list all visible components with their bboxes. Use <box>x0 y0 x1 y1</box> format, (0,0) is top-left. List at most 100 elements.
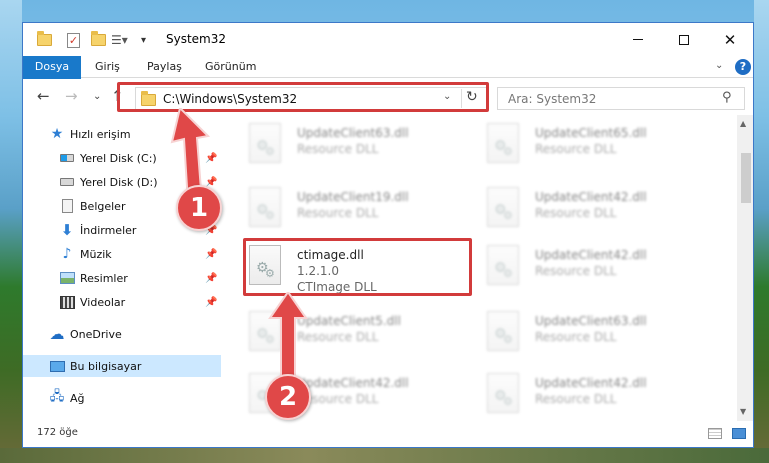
ribbon: Dosya Giriş Paylaş Görünüm ⌄ ? <box>23 56 753 102</box>
list-item[interactable]: ⚙⚙ UpdateClient42.dll Resource DLL <box>487 373 712 419</box>
file-description: Resource DLL <box>535 264 617 278</box>
sidebar-item-label: Yerel Disk (C:) <box>80 151 157 165</box>
list-item[interactable]: ⚙ ⚙ UpdateClient19.dll Resource DLL <box>249 187 474 233</box>
pin-icon[interactable]: 📌 <box>205 297 217 308</box>
sidebar-item-music[interactable]: ♪ Müzik 📌 <box>23 243 221 265</box>
sidebar-item-label: Videolar <box>80 295 126 309</box>
sidebar-item-videos[interactable]: Videolar 📌 <box>23 291 221 313</box>
list-item[interactable]: ⚙⚙ UpdateClient42.dll Resource DLL <box>487 245 712 291</box>
file-name: UpdateClient63.dll <box>297 126 409 140</box>
sidebar-item-label: Ağ <box>70 391 85 405</box>
file-name: UpdateClient65.dll <box>535 126 647 140</box>
folder-icon <box>37 31 52 48</box>
close-button[interactable]: ✕ <box>707 23 753 56</box>
desktop-background-right <box>754 0 769 463</box>
pictures-icon <box>59 271 75 285</box>
sidebar-item-label: OneDrive <box>70 327 122 341</box>
star-icon: ★ <box>50 126 64 142</box>
file-name: UpdateClient19.dll <box>297 190 409 204</box>
navigation-bar: ← → ⌄ ↑ C:\Windows\System32 ⌄ ↻ Ara: Sys… <box>23 79 753 115</box>
file-name: UpdateClient42.dll <box>535 248 647 262</box>
close-icon: ✕ <box>723 30 737 49</box>
pin-icon[interactable]: 📌 <box>205 249 217 260</box>
sidebar-item-label: Hızlı erişim <box>70 127 131 141</box>
dll-file-icon: ⚙⚙ <box>249 123 281 163</box>
file-name: UpdateClient42.dll <box>535 190 647 204</box>
dll-file-icon: ⚙⚙ <box>487 245 519 285</box>
sidebar-item-this-pc[interactable]: Bu bilgisayar <box>23 355 221 377</box>
scrollbar-thumb[interactable] <box>741 153 751 203</box>
tab-home[interactable]: Giriş <box>95 56 120 78</box>
dll-file-icon: ⚙⚙ <box>487 373 519 413</box>
tab-view[interactable]: Görünüm <box>205 56 256 78</box>
file-description: Resource DLL <box>297 330 379 344</box>
list-item[interactable]: ⚙ ⚙ UpdateClient63.dll Resource DLL <box>249 123 474 169</box>
file-description: Resource DLL <box>297 206 379 220</box>
music-icon: ♪ <box>62 246 72 262</box>
file-description: Resource DLL <box>297 142 379 156</box>
sidebar-item-label: Yerel Disk (D:) <box>80 175 158 189</box>
dll-file-icon: ⚙⚙ <box>487 187 519 227</box>
arrow-2-icon <box>268 292 308 381</box>
quick-access-dropdown-icon[interactable]: ▾ <box>141 32 146 48</box>
download-icon: ⬇ <box>60 221 74 239</box>
sidebar-item-pictures[interactable]: Resimler 📌 <box>23 267 221 289</box>
tab-share[interactable]: Paylaş <box>147 56 182 78</box>
list-item[interactable]: ⚙ ⚙ UpdateClient63.dll Resource DLL <box>487 311 712 357</box>
details-view-icon[interactable] <box>708 428 722 439</box>
dll-file-icon: ⚙⚙ <box>487 123 519 163</box>
properties-icon[interactable]: ✓ <box>67 32 80 48</box>
search-placeholder: Ara: System32 <box>508 92 597 106</box>
sidebar-item-label: Resimler <box>80 271 128 285</box>
chevron-down-icon[interactable]: ⌄ <box>715 60 723 71</box>
forward-arrow-icon[interactable]: → <box>65 87 78 105</box>
sidebar-item-label: İndirmeler <box>80 223 137 237</box>
computer-icon <box>49 359 65 373</box>
file-highlight-box <box>243 238 472 296</box>
drive-icon <box>59 175 75 189</box>
pin-icon[interactable]: 📌 <box>205 273 217 284</box>
scroll-up-icon[interactable]: ▲ <box>740 119 746 128</box>
vertical-scrollbar[interactable]: ▲ ▼ <box>737 115 753 421</box>
minimize-button[interactable] <box>615 23 661 56</box>
title-bar: ✓ ☰▾ ▾ System32 ✕ <box>23 23 753 56</box>
search-input[interactable]: Ara: System32 ⚲ <box>497 87 745 110</box>
item-count: 172 öğe <box>37 427 78 438</box>
minimize-icon <box>633 39 643 40</box>
customize-toolbar-icon[interactable]: ☰▾ <box>111 32 128 48</box>
new-folder-icon[interactable] <box>91 31 106 48</box>
scroll-down-icon[interactable]: ▼ <box>740 407 746 416</box>
dll-file-icon: ⚙⚙ <box>487 311 519 351</box>
file-name: UpdateClient5.dll <box>297 314 401 328</box>
cloud-icon: ☁ <box>49 325 65 343</box>
file-name: UpdateClient42.dll <box>535 376 647 390</box>
sidebar-item-onedrive[interactable]: ☁ OneDrive <box>23 323 221 345</box>
list-item[interactable]: ⚙ ⚙ UpdateClient65.dll Resource DLL <box>487 123 712 169</box>
file-description: Resource DLL <box>535 206 617 220</box>
desktop-background-left <box>0 0 22 463</box>
sidebar-item-label: Bu bilgisayar <box>70 359 142 373</box>
back-arrow-icon[interactable]: ← <box>37 87 50 105</box>
maximize-button[interactable] <box>661 23 707 56</box>
status-bar: 172 öğe <box>23 421 753 447</box>
file-name: UpdateClient63.dll <box>535 314 647 328</box>
help-icon[interactable]: ? <box>735 59 751 75</box>
window-title: System32 <box>166 32 227 46</box>
callout-1: 1 <box>176 185 222 231</box>
sidebar-item-label: Belgeler <box>80 199 126 213</box>
file-description: Resource DLL <box>535 142 617 156</box>
network-icon: 🖧 <box>49 389 65 404</box>
recent-locations-icon[interactable]: ⌄ <box>93 91 101 102</box>
file-name: UpdateClient42.dll <box>297 376 409 390</box>
dll-file-icon: ⚙⚙ <box>249 187 281 227</box>
document-icon <box>59 199 75 213</box>
search-icon[interactable]: ⚲ <box>722 90 732 105</box>
video-icon <box>59 295 75 309</box>
sidebar-item-label: Müzik <box>80 247 112 261</box>
list-item[interactable]: ⚙⚙ UpdateClient42.dll Resource DLL <box>487 187 712 233</box>
explorer-window: ✓ ☰▾ ▾ System32 ✕ Dosya Giriş Paylaş Gör… <box>22 22 754 448</box>
file-description: Resource DLL <box>535 330 617 344</box>
sidebar-item-network[interactable]: 🖧 Ağ <box>23 387 221 409</box>
tiles-view-icon[interactable] <box>732 428 746 439</box>
drive-icon <box>59 151 75 165</box>
